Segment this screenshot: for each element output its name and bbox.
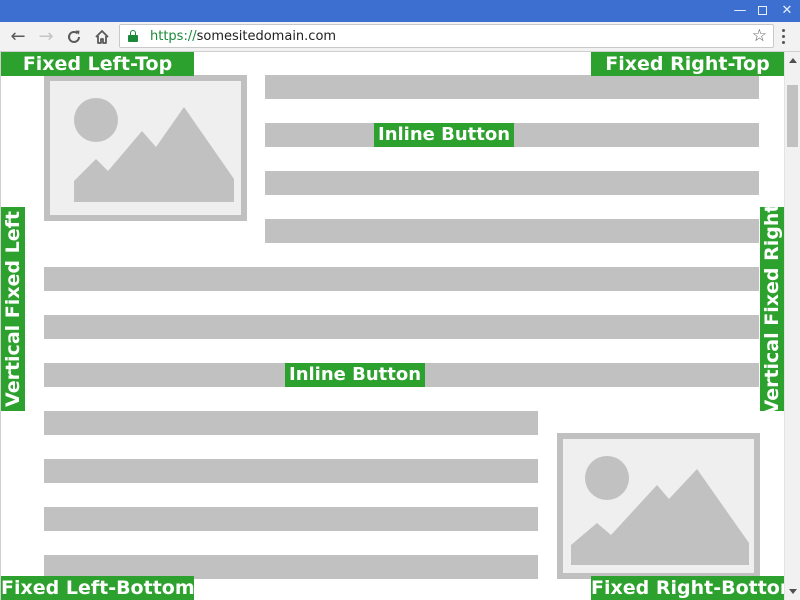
vertical-fixed-left-label: Vertical Fixed Left xyxy=(2,211,24,407)
fixed-left-top[interactable]: Fixed Left-Top xyxy=(1,52,194,76)
lock-icon[interactable] xyxy=(128,30,138,43)
scrollbar-thumb[interactable] xyxy=(787,85,798,147)
text-line xyxy=(44,459,538,483)
close-button[interactable]: ✕ xyxy=(778,2,796,20)
maximize-button[interactable] xyxy=(754,2,772,20)
page-viewport: Inline Button Inline Button Fixed Left-T… xyxy=(0,52,784,600)
image-placeholder-icon xyxy=(563,439,754,573)
reload-button[interactable] xyxy=(62,25,86,49)
text-line xyxy=(265,75,759,99)
maximize-icon xyxy=(758,6,767,15)
home-button[interactable] xyxy=(90,25,114,49)
url-scheme: https:// xyxy=(150,29,197,44)
scroll-down-arrow-icon[interactable] xyxy=(789,589,797,594)
image-placeholder-icon xyxy=(50,81,241,215)
text-line xyxy=(44,315,759,339)
vertical-fixed-right[interactable]: Vertical Fixed Right xyxy=(760,204,784,414)
address-bar[interactable]: https://somesitedomain.com ☆ xyxy=(119,24,774,48)
reload-icon xyxy=(68,30,80,43)
browser-toolbar: ← → https://somesitedomain.com ☆ xyxy=(0,22,800,52)
fixed-right-bottom[interactable]: Fixed Right-Bottom xyxy=(591,576,784,600)
fixed-left-bottom[interactable]: Fixed Left-Bottom xyxy=(1,576,195,600)
fixed-right-top[interactable]: Fixed Right-Top xyxy=(591,52,784,76)
text-line xyxy=(265,171,759,195)
text-line xyxy=(44,411,538,435)
image-placeholder-top xyxy=(44,75,247,221)
back-button[interactable]: ← xyxy=(6,25,30,49)
url-host: somesitedomain.com xyxy=(196,29,337,44)
window-titlebar: — ✕ xyxy=(0,0,800,22)
text-line xyxy=(44,507,538,531)
forward-button[interactable]: → xyxy=(34,25,58,49)
bookmark-star-icon[interactable]: ☆ xyxy=(752,26,767,46)
vertical-fixed-left[interactable]: Vertical Fixed Left xyxy=(1,207,25,411)
url-text[interactable]: https://somesitedomain.com xyxy=(150,28,336,45)
text-line xyxy=(44,267,759,291)
home-icon xyxy=(95,30,109,44)
text-line xyxy=(265,219,759,243)
vertical-scrollbar[interactable] xyxy=(784,52,800,600)
inline-button[interactable]: Inline Button xyxy=(285,363,426,387)
image-placeholder-bottom xyxy=(557,433,760,579)
minimize-button[interactable]: — xyxy=(731,2,749,20)
vertical-fixed-right-label: Vertical Fixed Right xyxy=(761,203,783,415)
inline-button[interactable]: Inline Button xyxy=(374,123,515,147)
scroll-up-arrow-icon[interactable] xyxy=(789,58,797,63)
browser-menu-icon[interactable] xyxy=(776,26,792,48)
